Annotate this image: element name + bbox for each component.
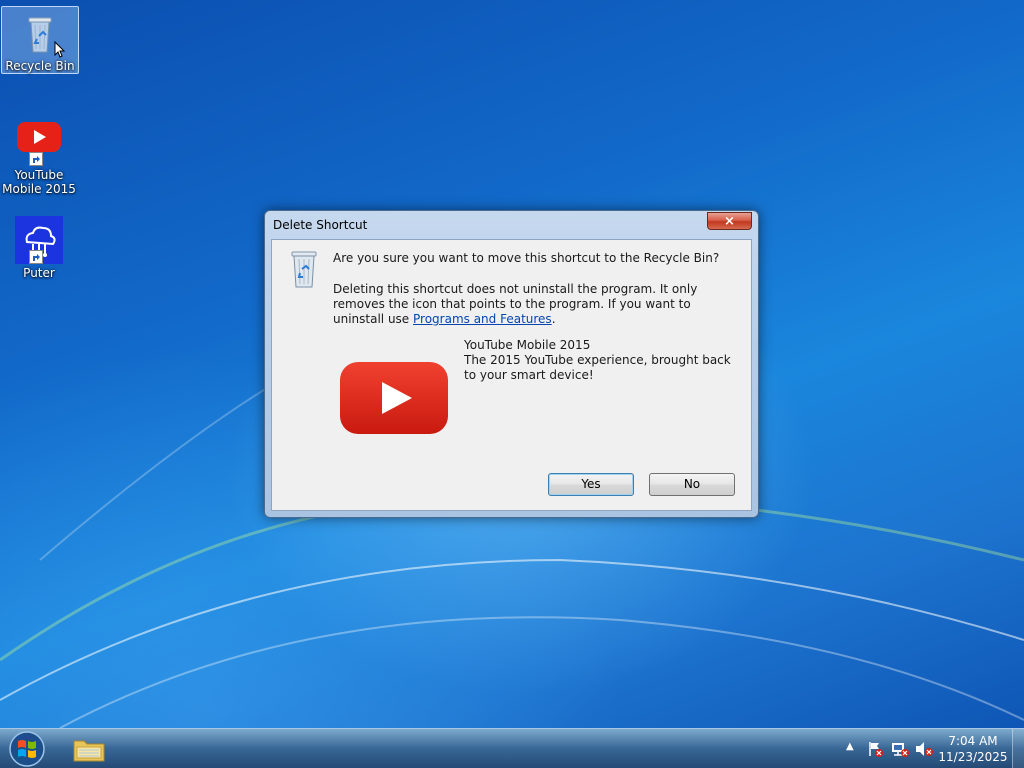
clock-date[interactable]: 11/23/2025 [936,750,1010,764]
windows-explorer-icon[interactable] [70,733,108,765]
youtube-logo-icon [340,362,448,434]
puter-cloud-icon [15,216,63,264]
youtube-mobile-label: YouTube Mobile 2015 [2,168,76,196]
shortcut-arrow-icon [29,152,43,166]
confirmation-question: Are you sure you want to move this short… [333,251,720,265]
close-button[interactable]: × [707,212,752,230]
start-button[interactable] [6,730,48,768]
dialog-content: Are you sure you want to move this short… [271,239,752,511]
clock-time[interactable]: 7:04 AM [936,734,1010,748]
explanation-text: Deleting this shortcut does not uninstal… [333,282,733,327]
action-center-flag-icon[interactable] [866,740,884,758]
youtube-icon [15,118,63,166]
taskbar: ▲ 7:04 AM 11/23/2025 [0,728,1024,768]
close-icon: × [724,214,735,229]
mouse-cursor-icon [54,41,66,58]
dialog-title: Delete Shortcut [273,218,368,232]
show-desktop-button[interactable] [1012,729,1024,768]
volume-muted-icon[interactable] [914,740,934,758]
delete-shortcut-dialog: Delete Shortcut × Are you sure you want … [264,210,759,518]
desktop-icon-recycle-bin[interactable]: Recycle Bin [1,6,79,74]
recycle-bin-icon [291,251,317,288]
shortcut-description: The 2015 YouTube experience, brought bac… [464,353,731,382]
recycle-bin-label: Recycle Bin [5,59,75,73]
puter-label: Puter [23,266,55,280]
shortcut-arrow-icon [29,250,43,264]
explanation-end: . [551,312,556,326]
desktop-icon-puter[interactable]: Puter [1,214,77,280]
yes-button[interactable]: Yes [548,473,634,496]
network-icon[interactable] [890,740,910,758]
desktop-icon-youtube-mobile-2015[interactable]: YouTube Mobile 2015 [1,116,77,196]
programs-and-features-link[interactable]: Programs and Features [413,312,552,326]
tray-overflow-icon[interactable]: ▲ [846,741,854,752]
shortcut-name: YouTube Mobile 2015 [464,338,591,352]
recycle-bin-icon [16,9,66,58]
desktop: Recycle Bin YouTube Mobile 2015 Puter De… [0,0,1024,728]
no-button[interactable]: No [649,473,735,496]
